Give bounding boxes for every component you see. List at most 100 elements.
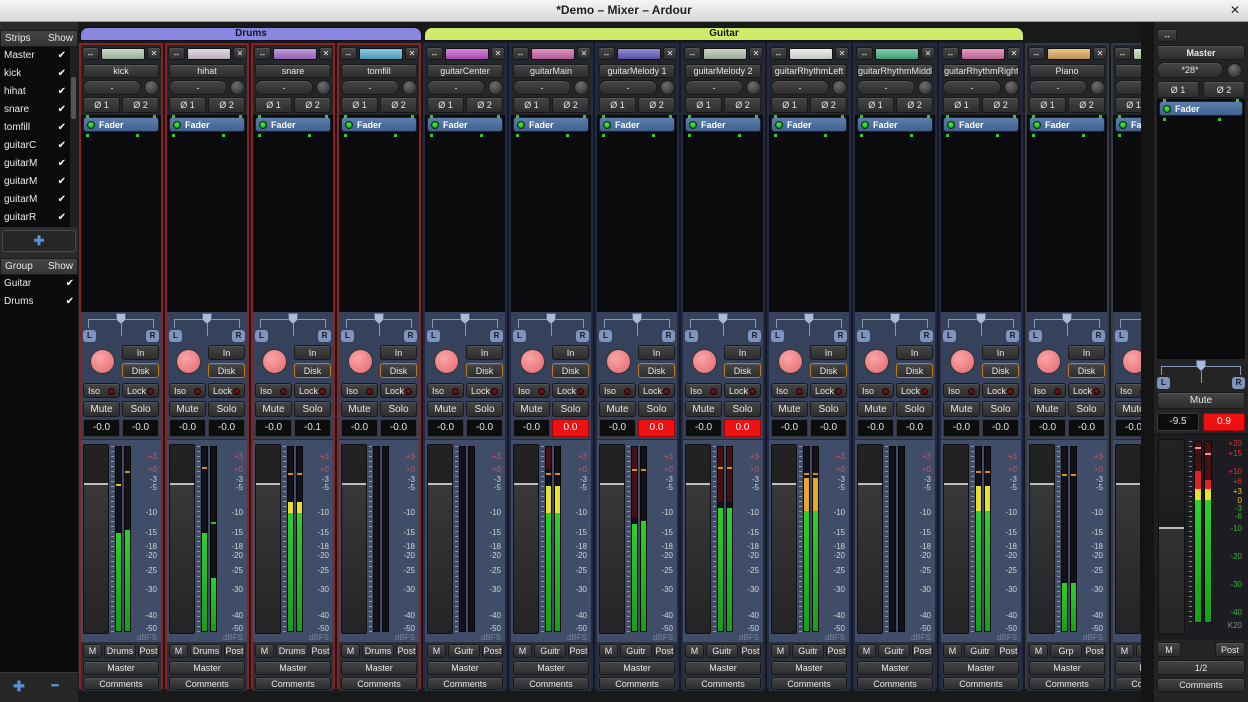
input-monitor-button[interactable]: In [552,345,589,360]
disk-monitor-button[interactable]: Disk [896,363,933,378]
strip-name-button[interactable]: guitarRhythmLeft [771,64,847,78]
trim-button[interactable]: - [513,80,571,95]
input-monitor-button[interactable]: In [982,345,1019,360]
master-processor-box[interactable]: Fader [1157,99,1245,359]
close-strip-button[interactable]: ✕ [1093,47,1107,60]
peak-display[interactable]: -0.0 [810,419,847,437]
output-route-button[interactable]: Master [1029,661,1105,675]
record-enable-button[interactable] [1036,349,1061,374]
strip-color-swatch[interactable] [359,48,403,60]
pan-widget[interactable]: LR [81,312,161,343]
strip-visible-checkbox[interactable]: ✔ [58,122,66,133]
master-phase-1-button[interactable]: Ø 1 [1157,81,1199,98]
master-fader[interactable] [1158,439,1185,635]
pan-widget[interactable]: LR [425,312,505,343]
gain-display[interactable]: -0.0 [1115,419,1141,437]
trim-button[interactable]: - [427,80,485,95]
close-strip-button[interactable]: ✕ [319,47,333,60]
solo-isolate-button[interactable]: Iso [1029,383,1066,398]
mute-button[interactable]: Mute [427,401,464,417]
group-visible-checkbox[interactable]: ✔ [66,296,74,307]
strip-color-swatch[interactable] [273,48,317,60]
fader-lock-button[interactable]: Lock [810,383,847,398]
pan-right-badge[interactable]: R [748,330,761,342]
master-name-button[interactable]: Master [1157,45,1245,60]
pan-left-badge[interactable]: L [83,330,96,342]
solo-button[interactable]: Solo [380,401,417,417]
narrow-strip-button[interactable]: ↔ [770,47,787,60]
mono-button[interactable]: M [255,644,274,658]
fader-processor[interactable]: Fader [771,117,847,132]
peak-display[interactable]: -0.0 [896,419,933,437]
pan-widget[interactable]: LR [597,312,677,343]
group-button[interactable]: Drums [190,644,222,658]
phase-2-button[interactable]: Ø 2 [122,97,159,113]
strip-name-button[interactable]: Piano [1029,64,1105,78]
group-button[interactable]: Guitr [792,644,824,658]
strip-visible-checkbox[interactable]: ✔ [58,50,66,61]
strip-name-button[interactable]: guitarMain [513,64,589,78]
strip-name-button[interactable]: guitarMelody 2 [685,64,761,78]
pan-widget[interactable]: LR [769,312,849,343]
strips-list-item[interactable]: guitarR✔ [0,209,70,227]
strip-name-button[interactable]: guitarRhythmRight [943,64,1019,78]
solo-isolate-button[interactable]: Iso [83,383,120,398]
record-enable-button[interactable] [520,349,545,374]
metering-point-button[interactable]: Post [998,644,1019,658]
master-output-route-button[interactable]: 1/2 [1157,660,1245,675]
remove-group-button[interactable]: ━ [40,678,70,696]
fader-lock-button[interactable]: Lock [208,383,245,398]
strip-color-swatch[interactable] [187,48,231,60]
phase-2-button[interactable]: Ø 2 [810,97,847,113]
mute-button[interactable]: Mute [255,401,292,417]
comments-button[interactable]: Comments [255,677,331,690]
processor-box[interactable]: Fader [425,115,505,312]
narrow-strip-button[interactable]: ↔ [1028,47,1045,60]
output-route-button[interactable]: Master [857,661,933,675]
gain-fader[interactable] [83,444,109,634]
mono-button[interactable]: M [513,644,532,658]
strip-name-button[interactable]: guitarRhythmMiddle [857,64,933,78]
pan-left-badge[interactable]: L [427,330,440,342]
gain-display[interactable]: -0.0 [255,419,292,437]
metering-point-button[interactable]: Post [224,644,245,658]
trim-knob[interactable] [832,80,847,95]
strip-visible-checkbox[interactable]: ✔ [58,194,66,205]
comments-button[interactable]: Comments [169,677,245,690]
window-close-button[interactable]: ✕ [1230,3,1240,17]
fader-lock-button[interactable]: Lock [122,383,159,398]
metering-point-button[interactable]: Post [826,644,847,658]
gain-display[interactable]: -0.0 [685,419,722,437]
gain-display[interactable]: -0.0 [169,419,206,437]
close-strip-button[interactable]: ✕ [835,47,849,60]
metering-point-button[interactable]: Post [568,644,589,658]
processor-box[interactable]: Fader [597,115,677,312]
peak-display[interactable]: -0.0 [982,419,1019,437]
phase-2-button[interactable]: Ø 2 [208,97,245,113]
record-enable-button[interactable] [348,349,373,374]
record-enable-button[interactable] [176,349,201,374]
mute-button[interactable]: Mute [169,401,206,417]
input-monitor-button[interactable]: In [724,345,761,360]
phase-1-button[interactable]: Ø 1 [1029,97,1066,113]
input-monitor-button[interactable]: In [466,345,503,360]
master-gain-display[interactable]: -9.5 [1157,413,1199,431]
trim-knob[interactable] [316,80,331,95]
master-peak-display[interactable]: 0.9 [1203,413,1245,431]
pan-right-badge[interactable]: R [1006,330,1019,342]
fader-processor[interactable]: Fader [599,117,675,132]
strips-list-item[interactable]: Master✔ [0,47,70,65]
phase-1-button[interactable]: Ø 1 [255,97,292,113]
strip-visible-checkbox[interactable]: ✔ [58,104,66,115]
strip-color-swatch[interactable] [703,48,747,60]
phase-2-button[interactable]: Ø 2 [638,97,675,113]
comments-button[interactable]: Comments [83,677,159,690]
add-strip-button[interactable]: ✚ [2,230,76,252]
gain-display[interactable]: -0.0 [857,419,894,437]
strips-list-scrollbar[interactable] [70,47,78,227]
metering-point-button[interactable]: Post [912,644,933,658]
fader-lock-button[interactable]: Lock [1068,383,1105,398]
input-monitor-button[interactable]: In [896,345,933,360]
close-strip-button[interactable]: ✕ [1007,47,1021,60]
mute-button[interactable]: Mute [341,401,378,417]
